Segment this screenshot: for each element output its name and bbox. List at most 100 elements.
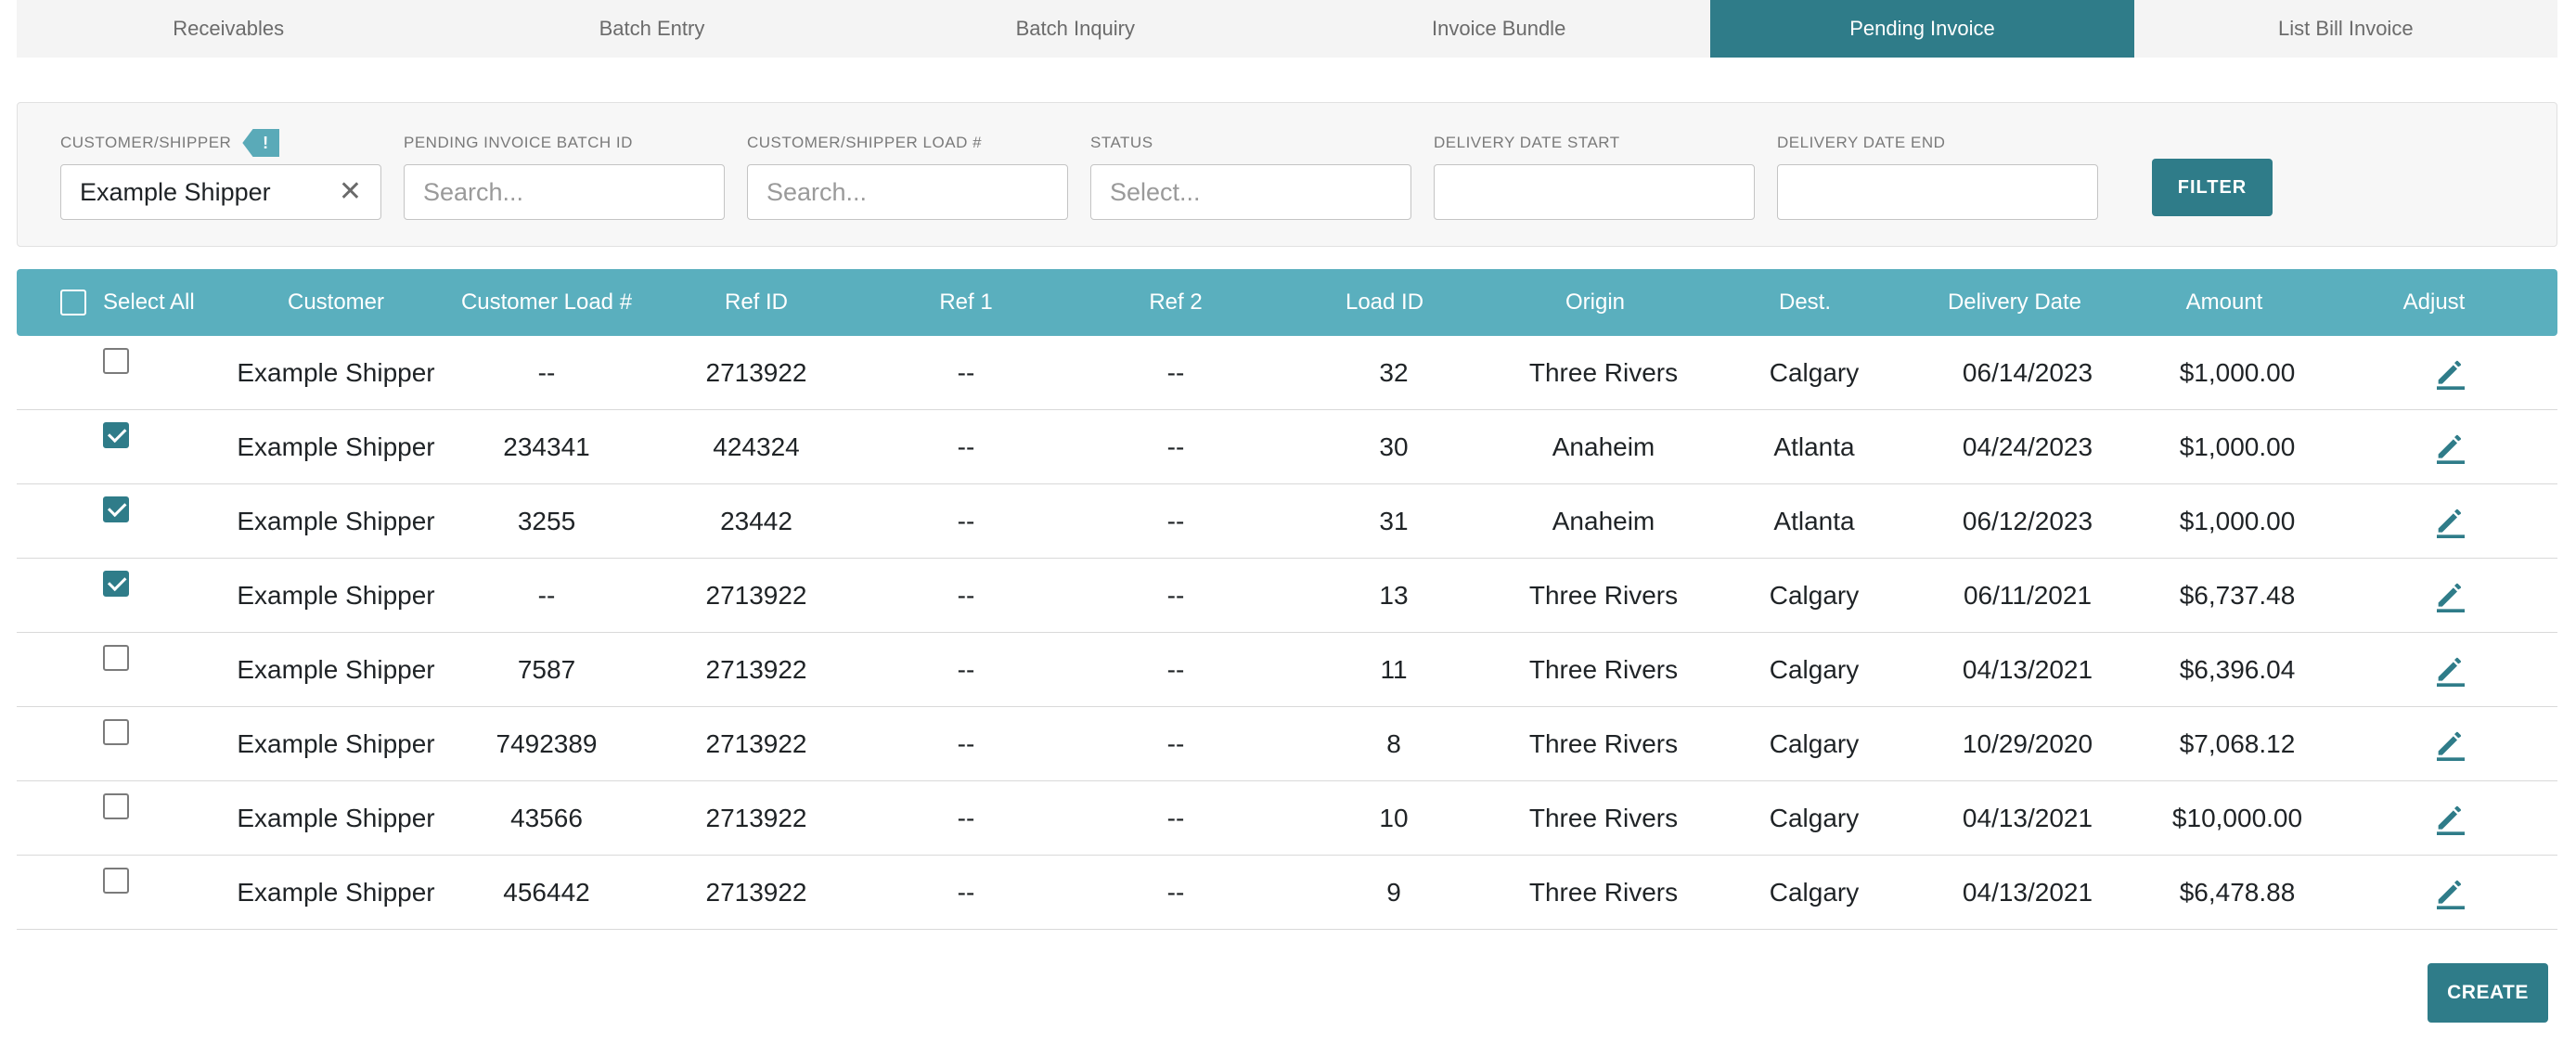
cell-load-id: 8	[1386, 729, 1401, 758]
pencil-edit-icon[interactable]	[2432, 429, 2469, 466]
pencil-edit-icon[interactable]	[2432, 503, 2469, 540]
row-select-cell	[103, 336, 129, 410]
tab-batch-entry[interactable]: Batch Entry	[440, 0, 863, 58]
row-checkbox[interactable]	[103, 348, 129, 374]
cell-customer: Example Shipper	[237, 432, 435, 461]
cell-load-id: 31	[1379, 507, 1409, 535]
customer-shipper-field: CUSTOMER/SHIPPER ! Example Shipper ✕	[60, 129, 381, 220]
customer-shipper-label: CUSTOMER/SHIPPER !	[60, 129, 381, 157]
cell-ref2: --	[1166, 432, 1185, 461]
cell-customer: Example Shipper	[237, 729, 435, 758]
cell-origin: Three Rivers	[1528, 729, 1679, 758]
pencil-edit-icon[interactable]	[2432, 800, 2469, 837]
filter-button[interactable]: FILTER	[2152, 159, 2273, 216]
exclamation-badge-icon: !	[242, 129, 280, 157]
pencil-edit-icon[interactable]	[2432, 354, 2469, 392]
cell-customer-load: --	[537, 581, 556, 610]
customer-shipper-value: Example Shipper	[80, 177, 271, 206]
pencil-edit-icon[interactable]	[2432, 726, 2469, 763]
load-number-input[interactable]: Search...	[747, 164, 1068, 220]
tab-batch-inquiry[interactable]: Batch Inquiry	[864, 0, 1287, 58]
row-select-cell	[103, 410, 129, 484]
cell-delivery-date: 04/13/2021	[1962, 804, 2093, 832]
cell-ref1: --	[957, 432, 975, 461]
cell-delivery-date: 04/13/2021	[1962, 655, 2093, 684]
header-amount: Amount	[2185, 290, 2263, 315]
cell-amount: $7,068.12	[2179, 729, 2296, 758]
tab-invoice-bundle[interactable]: Invoice Bundle	[1287, 0, 1710, 58]
cell-load-id: 13	[1379, 581, 1409, 610]
cell-dest: Atlanta	[1773, 507, 1855, 535]
delivery-date-start-input[interactable]	[1434, 164, 1755, 220]
row-checkbox[interactable]	[103, 571, 129, 597]
select-all-control[interactable]: Select All	[60, 269, 195, 336]
cell-ref2: --	[1166, 358, 1185, 387]
header-dest: Dest.	[1778, 290, 1832, 315]
row-select-cell	[103, 856, 129, 930]
tab-pending-invoice[interactable]: Pending Invoice	[1710, 0, 2134, 58]
row-checkbox[interactable]	[103, 422, 129, 448]
row-select-cell	[103, 484, 129, 559]
cell-ref1: --	[957, 878, 975, 907]
row-checkbox[interactable]	[103, 719, 129, 745]
cell-customer-load: 43566	[510, 804, 583, 832]
table-row: Example Shipper 3255 23442 -- -- 31 Anaheim Atl…	[17, 484, 2557, 559]
filter-panel: CUSTOMER/SHIPPER ! Example Shipper ✕ PEN…	[17, 102, 2557, 247]
cell-ref1: --	[957, 804, 975, 832]
pencil-edit-icon[interactable]	[2432, 577, 2469, 614]
cell-dest: Calgary	[1769, 358, 1860, 387]
cell-delivery-date: 06/11/2021	[1963, 581, 2093, 610]
cell-ref1: --	[957, 507, 975, 535]
row-checkbox[interactable]	[103, 793, 129, 819]
pencil-edit-icon[interactable]	[2432, 651, 2469, 689]
cell-ref-id: 2713922	[705, 655, 807, 684]
row-checkbox[interactable]	[103, 645, 129, 671]
row-select-cell	[103, 633, 129, 707]
cell-origin: Anaheim	[1552, 507, 1655, 535]
cell-customer: Example Shipper	[237, 655, 435, 684]
cell-ref2: --	[1166, 804, 1185, 832]
cell-ref-id: 2713922	[705, 878, 807, 907]
cell-customer-load: 234341	[503, 432, 590, 461]
table-row: Example Shipper 43566 2713922 -- -- 10 Three R…	[17, 781, 2557, 856]
table-row: Example Shipper -- 2713922 -- -- 13 Three Rive…	[17, 559, 2557, 633]
cell-adjust	[2432, 559, 2469, 633]
cell-origin: Three Rivers	[1528, 655, 1679, 684]
tab-list-bill-invoice[interactable]: List Bill Invoice	[2134, 0, 2557, 58]
status-select[interactable]: Select...	[1090, 164, 1411, 220]
delivery-date-end-input[interactable]	[1777, 164, 2098, 220]
cell-customer-load: 7492389	[496, 729, 598, 758]
load-number-field: CUSTOMER/SHIPPER LOAD # Search...	[747, 129, 1068, 220]
table-row: Example Shipper 234341 424324 -- -- 30 Anaheim…	[17, 410, 2557, 484]
create-button[interactable]: CREATE	[2428, 963, 2548, 1023]
row-checkbox[interactable]	[103, 496, 129, 522]
pencil-edit-icon[interactable]	[2432, 874, 2469, 911]
row-select-cell	[103, 781, 129, 856]
header-ref2: Ref 2	[1149, 290, 1203, 315]
cell-load-id: 30	[1379, 432, 1409, 461]
cell-customer-load: 3255	[517, 507, 576, 535]
tab-receivables[interactable]: Receivables	[17, 0, 440, 58]
status-placeholder: Select...	[1110, 177, 1201, 206]
cell-ref2: --	[1166, 729, 1185, 758]
close-icon[interactable]: ✕	[339, 178, 362, 206]
batch-id-placeholder: Search...	[423, 177, 524, 206]
batch-id-input[interactable]: Search...	[404, 164, 725, 220]
cell-adjust	[2432, 781, 2469, 856]
cell-origin: Anaheim	[1552, 432, 1655, 461]
cell-adjust	[2432, 410, 2469, 484]
cell-delivery-date: 06/14/2023	[1962, 358, 2093, 387]
cell-adjust	[2432, 707, 2469, 781]
row-select-cell	[103, 559, 129, 633]
customer-shipper-input[interactable]: Example Shipper ✕	[60, 164, 381, 220]
nav-tabs: Receivables Batch Entry Batch Inquiry In…	[17, 0, 2557, 58]
row-checkbox[interactable]	[103, 868, 129, 894]
cell-amount: $6,737.48	[2179, 581, 2296, 610]
select-all-checkbox[interactable]	[60, 290, 86, 315]
cell-customer: Example Shipper	[237, 878, 435, 907]
cell-adjust	[2432, 484, 2469, 559]
table-row: Example Shipper 7587 2713922 -- -- 11 Three Ri…	[17, 633, 2557, 707]
delivery-date-end-label: DELIVERY DATE END	[1777, 134, 1946, 151]
batch-id-field: PENDING INVOICE BATCH ID Search...	[404, 129, 725, 220]
cell-load-id: 32	[1379, 358, 1409, 387]
